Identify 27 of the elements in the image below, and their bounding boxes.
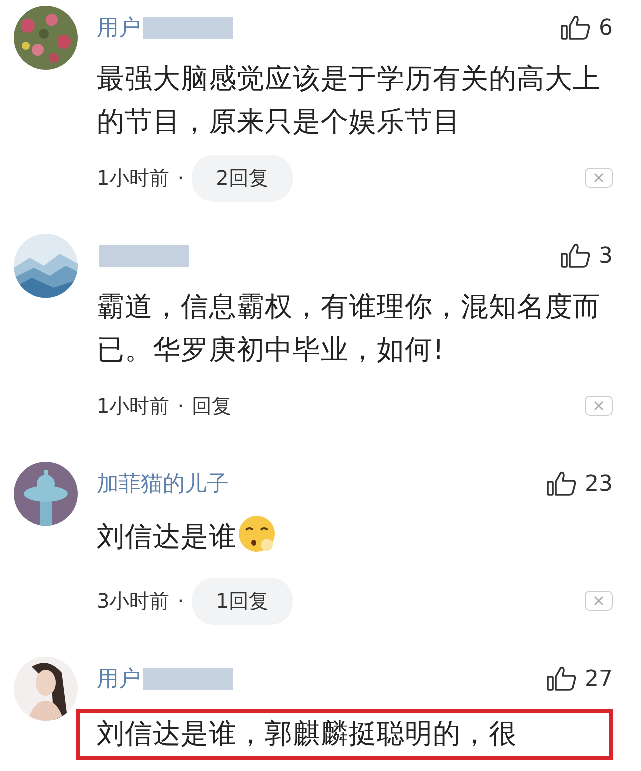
replies-button[interactable]: 2回复 (192, 154, 293, 202)
thumbs-up-icon[interactable] (561, 15, 591, 41)
thumbs-up-icon[interactable] (561, 243, 591, 269)
comment-text: 霸道，信息霸权，有谁理你，混知名度而已。华罗庚初中毕业，如何! (97, 291, 601, 366)
close-icon (594, 173, 604, 183)
timestamp: 1小时前 (97, 392, 170, 420)
like-count: 6 (599, 16, 613, 40)
close-icon (594, 401, 604, 411)
separator-dot: · (178, 589, 184, 613)
comment-text: 刘信达是谁 (97, 521, 237, 553)
replies-button[interactable]: 1回复 (192, 578, 293, 624)
user-name[interactable]: 用户 (97, 13, 141, 43)
timestamp: 3小时前 (97, 588, 170, 614)
thumbs-up-icon[interactable] (547, 666, 577, 692)
thumbs-up-icon[interactable] (547, 471, 577, 497)
comment-text: 最强大脑感觉应该是于学历有关的高大上的节目，原来只是个娱乐节目 (97, 63, 601, 138)
like-count: 23 (585, 472, 613, 496)
reply-link[interactable]: 回复 (192, 392, 232, 420)
separator-dot: · (178, 394, 184, 418)
timestamp: 1小时前 (97, 164, 170, 192)
user-name[interactable]: 加菲猫的儿子 (97, 469, 229, 499)
separator-dot: · (178, 166, 184, 190)
like-count: 3 (599, 244, 613, 268)
user-name[interactable]: 用户 (97, 664, 141, 694)
comment-text: 刘信达是谁，郭麒麟挺聪明的，很 (97, 718, 517, 750)
close-icon (594, 596, 604, 606)
like-count: 27 (585, 666, 613, 692)
